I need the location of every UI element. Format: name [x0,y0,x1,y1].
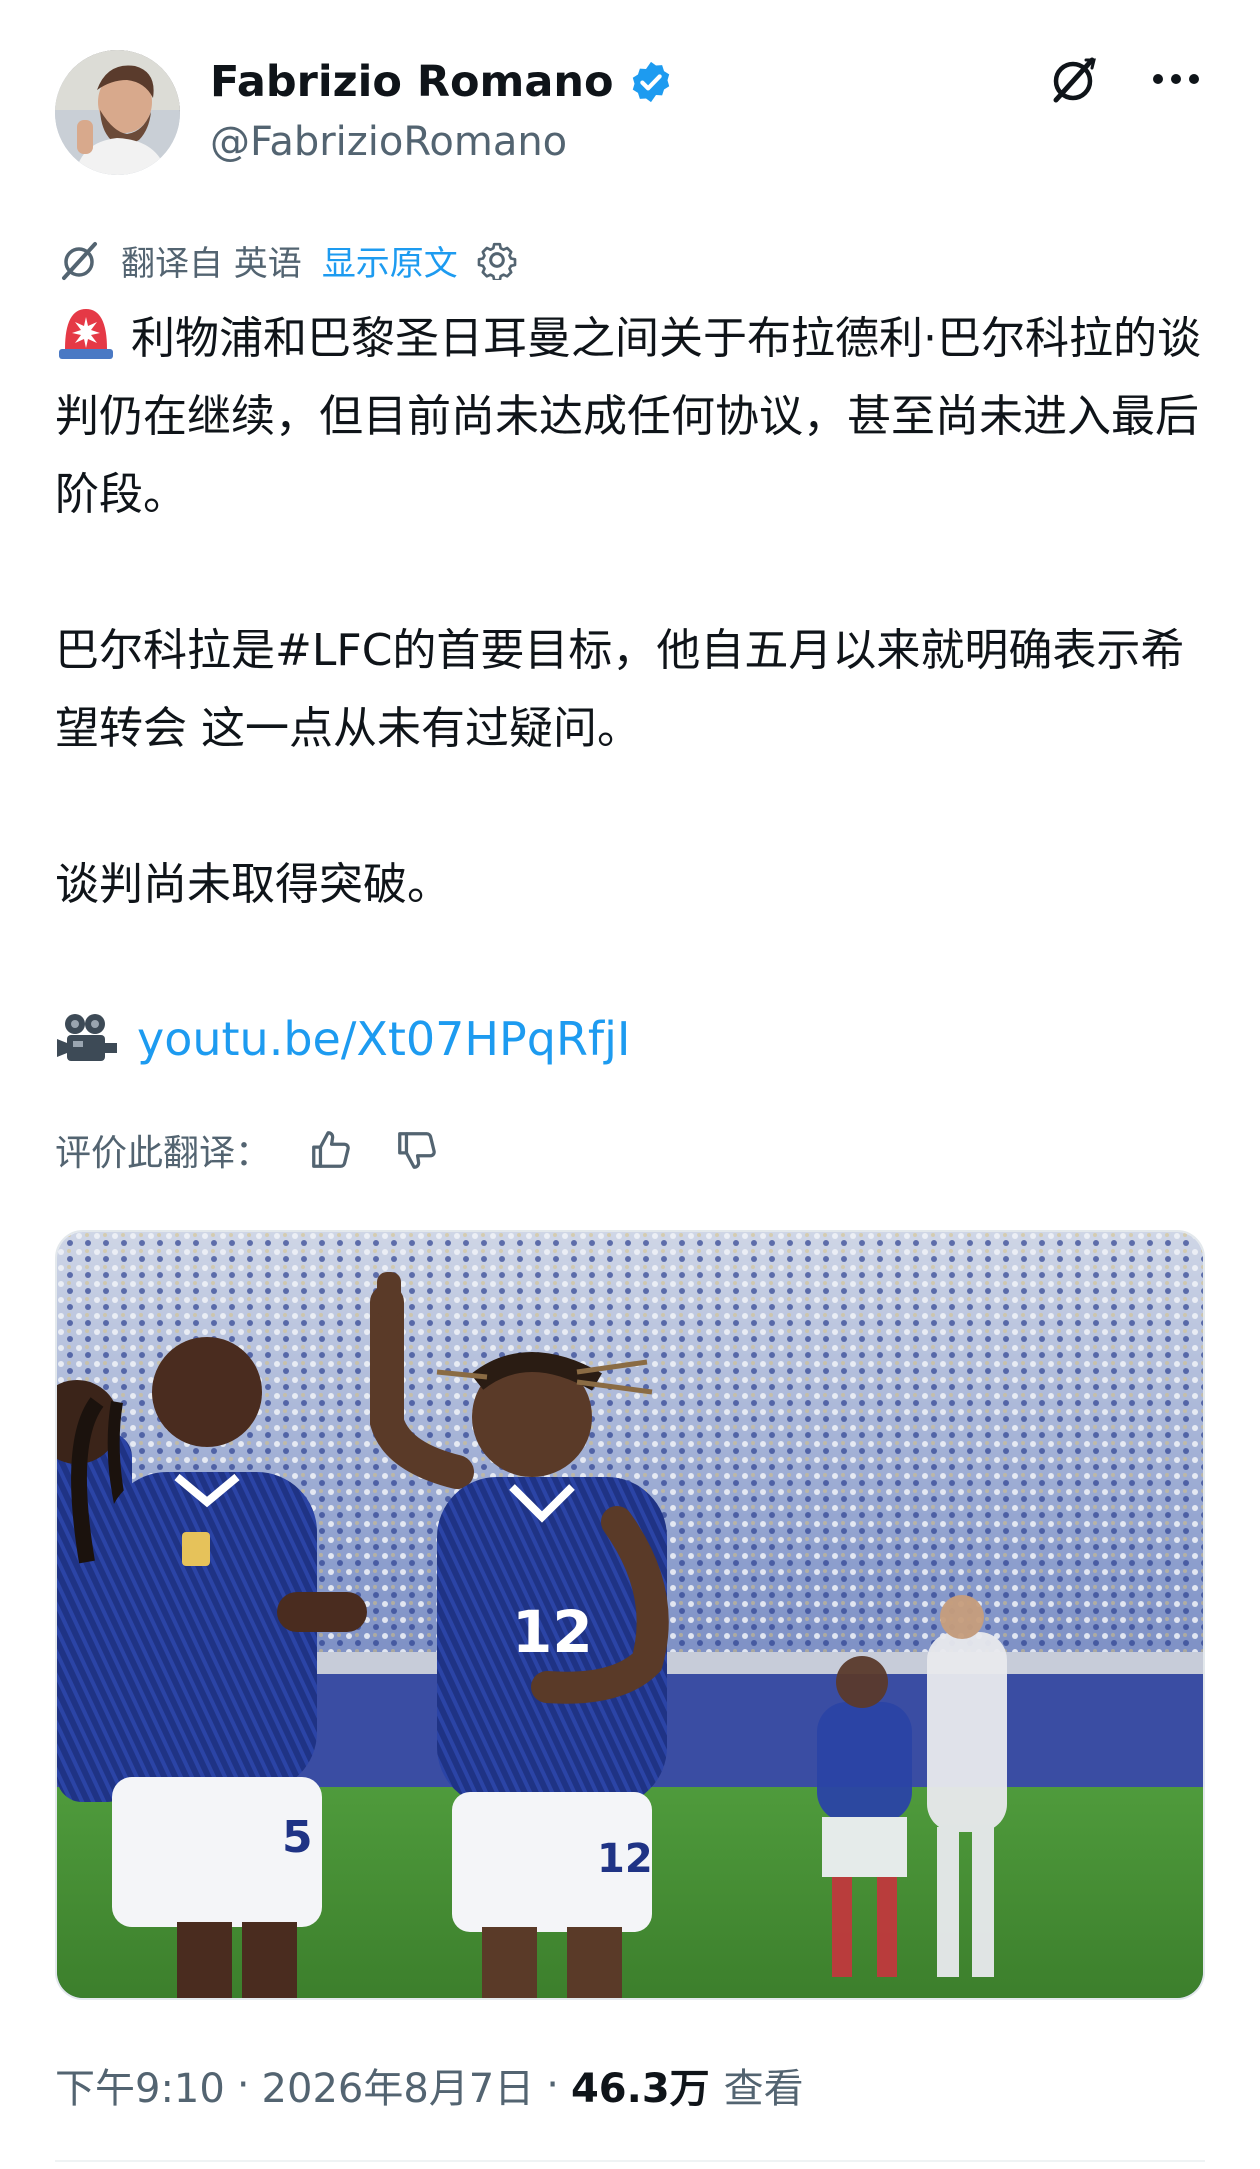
rate-translation-label: 评价此翻译： [55,1133,272,1174]
rate-translation-row: 评价此翻译： [55,1120,443,1180]
thumbs-up-icon[interactable] [305,1124,357,1176]
siren-emoji [55,303,117,361]
avatar[interactable] [55,50,180,175]
header-actions [1044,50,1205,108]
show-original-link[interactable]: 显示原文 [322,236,458,285]
divider [55,2160,1205,2162]
translated-from-label: 翻译自 英语 [121,243,302,284]
tweet-paragraph-3: 谈判尚未取得突破。 [55,859,451,910]
jersey-number: 12 [512,1598,593,1666]
tweet-paragraph-1-text: 利物浦和巴黎圣日耳曼之间关于布拉德利·巴尔科拉的谈判仍在继续，但目前尚未达成任何… [55,313,1201,520]
tweet-text: 利物浦和巴黎圣日耳曼之间关于布拉德利·巴尔科拉的谈判仍在继续，但目前尚未达成任何… [55,300,1205,924]
meta-separator: · [236,2062,250,2108]
views-label[interactable]: 查看 [724,2056,804,2114]
more-dots-icon[interactable] [1147,50,1205,108]
meta-separator: · [546,2062,559,2108]
tweet-date[interactable]: 2026年8月7日 [262,2056,535,2114]
tweet-link-line: youtu.be/Xt07HPqRfjI [55,1000,630,1078]
translate-icon [55,236,103,284]
user-handle[interactable]: @FabrizioRomano [210,116,567,168]
translation-bar: 翻译自 英语 显示原文 [55,232,520,288]
movie-camera-emoji [55,1011,121,1067]
svg-text:5: 5 [282,1812,313,1863]
youtube-link[interactable]: youtu.be/Xt07HPqRfjI [137,1000,630,1078]
name-row: Fabrizio Romano [210,54,676,110]
tweet-header: Fabrizio Romano @FabrizioRomano [55,50,1205,180]
slash-circle-icon[interactable] [1044,50,1102,108]
display-name[interactable]: Fabrizio Romano [210,54,614,110]
tweet-meta: 下午9:10 · 2026年8月7日 · 46.3万 查看 [55,2055,804,2115]
tweet-paragraph-2: 巴尔科拉是#LFC的首要目标，他自五月以来就明确表示希望转会 这一点从未有过疑问… [55,625,1185,754]
tweet-photo[interactable]: 5 12 12 [55,1230,1205,2000]
verified-badge-icon[interactable] [626,57,676,107]
avatar-image [55,50,180,175]
photo-football-celebration: 5 12 12 [57,1232,1203,1998]
tweet-time[interactable]: 下午9:10 [55,2056,225,2114]
tweet-paragraph-1: 利物浦和巴黎圣日耳曼之间关于布拉德利·巴尔科拉的谈判仍在继续，但目前尚未达成任何… [55,300,1205,534]
gear-icon[interactable] [474,237,520,283]
views-count[interactable]: 46.3万 [571,2056,710,2114]
thumbs-down-icon[interactable] [391,1124,443,1176]
svg-text:12: 12 [597,1836,653,1882]
